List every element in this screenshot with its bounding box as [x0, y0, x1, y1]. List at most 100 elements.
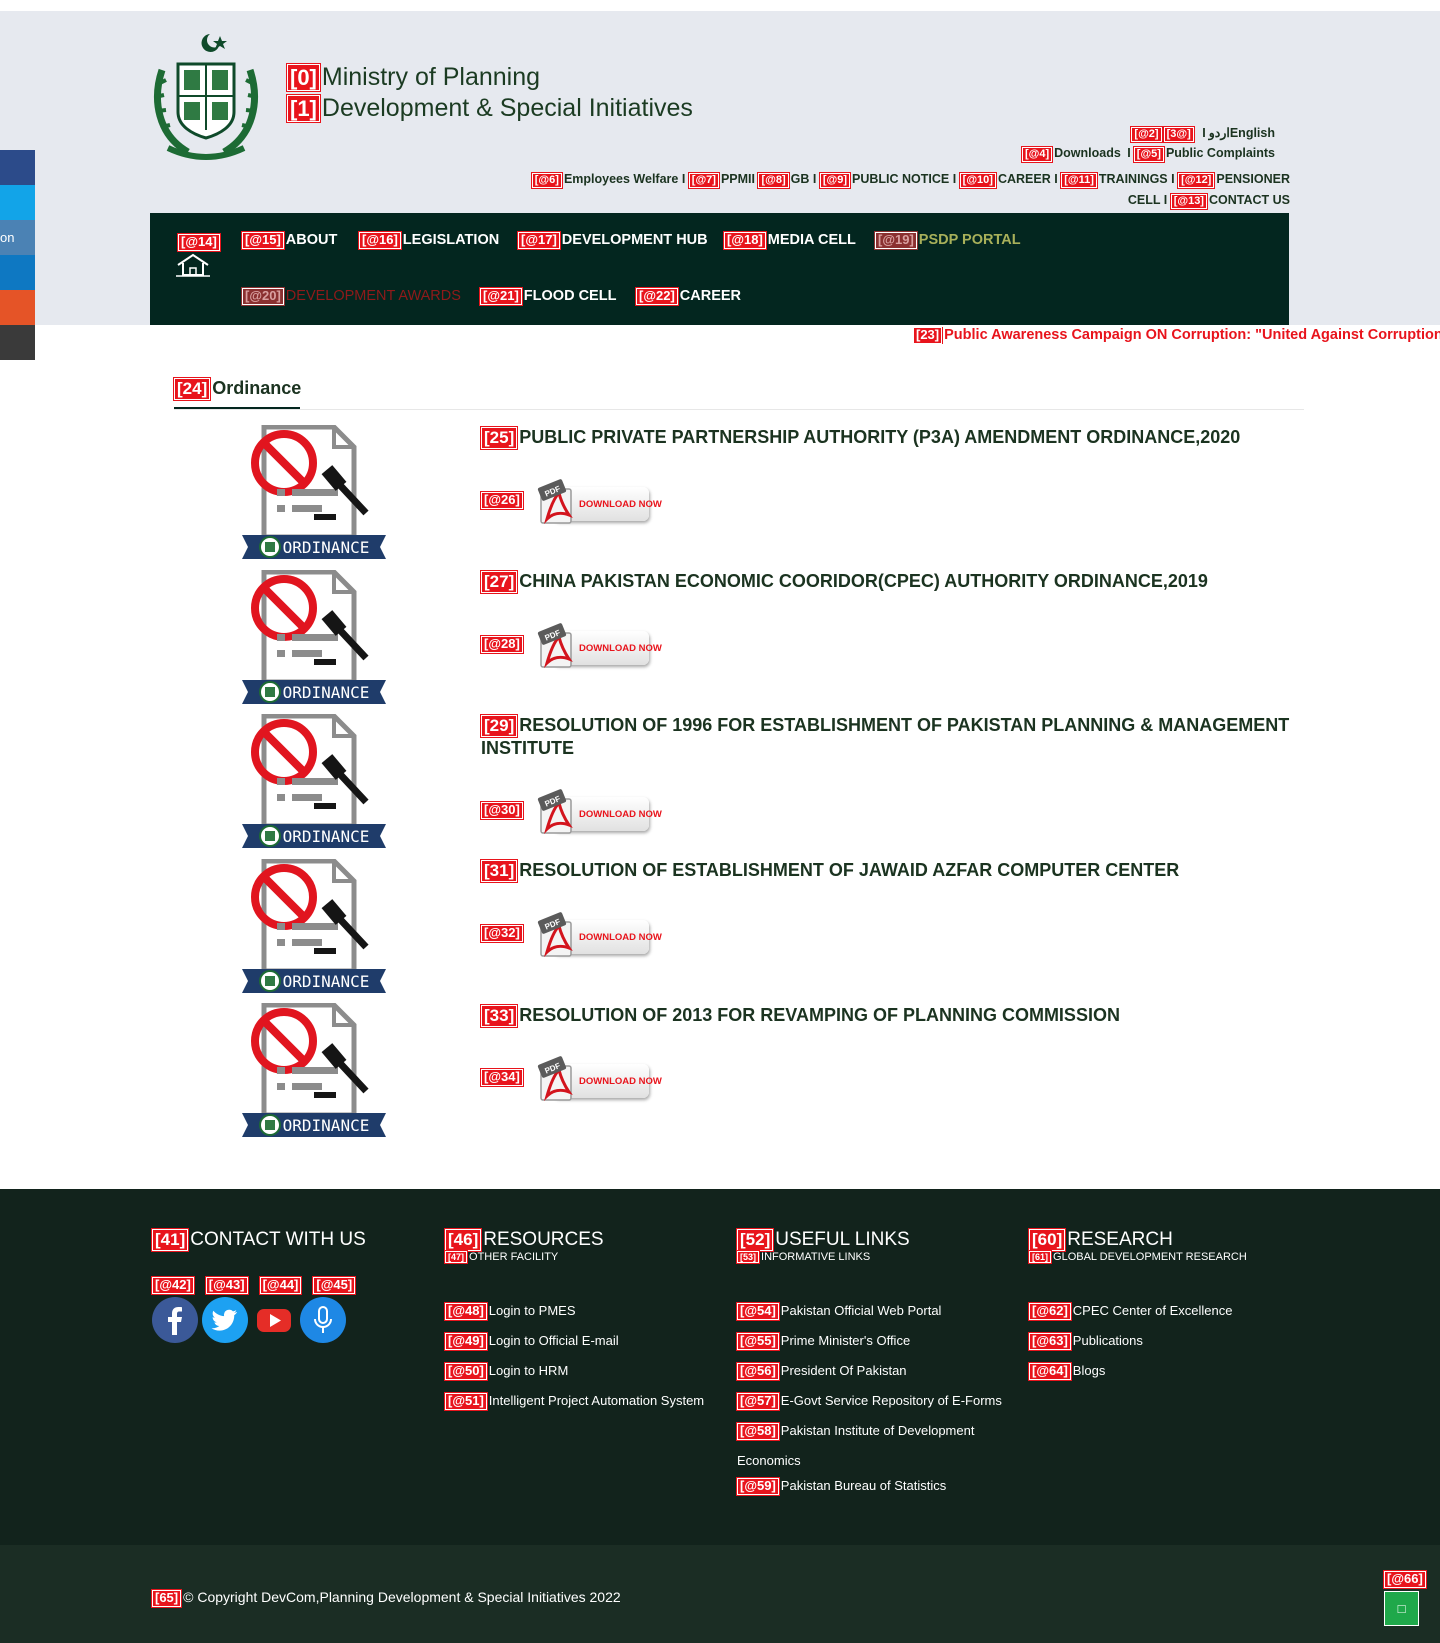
site-title-line1[interactable]: Ministry of Planning — [322, 63, 540, 91]
back-to-top-button[interactable]: □ — [1384, 1591, 1419, 1626]
footer-link[interactable]: [@63] Publications — [1028, 1331, 1232, 1361]
ordinance-title[interactable]: [25] PUBLIC PRIVATE PARTNERSHIP AUTHORITY… — [479, 426, 1301, 450]
footer-link-label[interactable]: Prime Minister's Office — [781, 1333, 910, 1348]
footer-link-label[interactable]: Login to PMES — [489, 1303, 576, 1318]
nav-item-flood-cell[interactable]: [@21] FLOOD CELL — [479, 287, 617, 306]
ordinance-title[interactable]: [33] RESOLUTION OF 2013 FOR REVAMPING OF … — [479, 1004, 1301, 1028]
ordinance-title-text[interactable]: RESOLUTION OF ESTABLISHMENT OF JAWAID AZ… — [519, 860, 1179, 880]
nav-item-legislation[interactable]: [@16] LEGISLATION — [358, 231, 499, 250]
header-link[interactable]: PPMII — [721, 172, 755, 186]
element-tag: [@64] — [1028, 1362, 1072, 1381]
footer-link[interactable]: [@59] Pakistan Bureau of Statistics — [736, 1476, 1002, 1506]
footer-link-label[interactable]: Login to Official E-mail — [489, 1333, 619, 1348]
public-complaints-link[interactable]: Public Complaints — [1166, 146, 1275, 160]
share-button[interactable]: on — [0, 220, 35, 255]
youtube-icon[interactable] — [251, 1297, 297, 1343]
nav-item-development-awards[interactable]: [@20] DEVELOPMENT AWARDS — [241, 287, 461, 306]
news-ticker-text[interactable]: Public Awareness Campaign ON Corruption:… — [944, 327, 1440, 343]
footer-link-label[interactable]: Pakistan Bureau of Statistics — [781, 1478, 946, 1493]
ordinance-title[interactable]: [29] RESOLUTION OF 1996 FOR ESTABLISHMENT… — [479, 714, 1301, 759]
nav-item-label[interactable]: CAREER — [680, 288, 741, 304]
download-now-button[interactable]: PDF DOWNLOAD NOW — [535, 789, 662, 837]
podcast-mic-icon[interactable] — [300, 1297, 346, 1343]
news-ticker[interactable]: [23] Public Awareness Campaign ON Corrupt… — [913, 327, 1440, 344]
footer-link[interactable]: [@49] Login to Official E-mail — [444, 1331, 704, 1361]
footer-link[interactable]: [@51] Intelligent Project Automation Syst… — [444, 1391, 704, 1421]
element-tag: [@6] — [530, 172, 563, 189]
footer-link[interactable]: [@62] CPEC Center of Excellence — [1028, 1301, 1233, 1331]
site-title-line2[interactable]: Development & Special Initiatives — [322, 94, 693, 122]
nav-item-label[interactable]: FLOOD CELL — [524, 288, 617, 304]
footer-link[interactable]: [@56] President Of Pakistan — [736, 1361, 1002, 1391]
element-tag: [60] — [1027, 1228, 1067, 1252]
nav-item-media-cell[interactable]: [@18] MEDIA CELL — [723, 231, 856, 250]
share-button[interactable] — [0, 290, 35, 325]
footer-link[interactable]: [@55] Prime Minister's Office — [736, 1331, 1002, 1361]
nav-item-label[interactable]: MEDIA CELL — [768, 232, 856, 248]
ordinance-title-text[interactable]: RESOLUTION OF 2013 FOR REVAMPING OF PLAN… — [519, 1005, 1120, 1025]
element-tag: [33] — [479, 1004, 519, 1028]
footer-link-label[interactable]: Login to HRM — [489, 1363, 568, 1378]
nav-item-about[interactable]: [@15] ABOUT — [241, 231, 338, 250]
urdu-link[interactable]: اردو — [1209, 126, 1230, 140]
nav-item-label[interactable]: DEVELOPMENT AWARDS — [286, 288, 461, 304]
nav-item-label[interactable]: LEGISLATION — [403, 232, 499, 248]
share-button[interactable] — [0, 325, 35, 360]
site-title[interactable]: [0] Ministry of Planning [1] Development &… — [286, 62, 693, 124]
footer-contact-heading: [41] CONTACT WITH US — [150, 1228, 366, 1252]
ordinance-title[interactable]: [27] CHINA PAKISTAN ECONOMIC COORIDOR(CPE… — [479, 570, 1301, 594]
header-link[interactable]: GB I — [791, 172, 817, 186]
footer-heading-text: CONTACT WITH US — [190, 1229, 366, 1250]
footer-link[interactable]: [@54] Pakistan Official Web Portal — [736, 1301, 1002, 1331]
home-icon[interactable] — [176, 253, 210, 277]
ordinance-title-text[interactable]: CHINA PAKISTAN ECONOMIC COORIDOR(CPEC) A… — [519, 571, 1208, 591]
footer-link[interactable]: [@64] Blogs — [1028, 1361, 1232, 1391]
share-button[interactable] — [0, 185, 35, 220]
share-button[interactable] — [0, 150, 35, 185]
footer-link-label[interactable]: CPEC Center of Excellence — [1073, 1303, 1233, 1318]
element-tag: [61] — [1027, 1249, 1053, 1265]
download-now-button[interactable]: PDF DOWNLOAD NOW — [535, 623, 662, 671]
facebook-icon[interactable] — [152, 1297, 198, 1343]
download-now-button[interactable]: PDF DOWNLOAD NOW — [535, 479, 662, 527]
nav-item-label[interactable]: DEVELOPMENT HUB — [562, 232, 708, 248]
share-button[interactable] — [0, 255, 35, 290]
nav-item-development-hub[interactable]: [@17] DEVELOPMENT HUB — [517, 231, 708, 250]
pdf-icon: PDF — [537, 1056, 573, 1102]
footer-link[interactable]: [@50] Login to HRM — [444, 1361, 704, 1391]
footer-link[interactable]: [@58] Pakistan Institute of Development E… — [736, 1416, 997, 1476]
nav-item-label[interactable]: ABOUT — [286, 232, 338, 248]
ordinance-title-text[interactable]: RESOLUTION OF 1996 FOR ESTABLISHMENT OF … — [481, 715, 1289, 758]
contact-us-link[interactable]: CONTACT US — [1209, 193, 1290, 207]
nav-item-psdp-portal[interactable]: [@19] PSDP PORTAL — [874, 231, 1021, 250]
state-emblem-logo[interactable] — [148, 30, 264, 162]
separator: I — [1202, 126, 1206, 140]
element-tag: [@15] — [241, 231, 285, 250]
header-link[interactable]: CAREER I — [998, 172, 1058, 186]
header-link[interactable]: Employees Welfare I — [564, 172, 685, 186]
english-link[interactable]: English — [1230, 126, 1275, 140]
footer-link-label[interactable]: Intelligent Project Automation System — [489, 1393, 704, 1408]
download-now-button[interactable]: PDF DOWNLOAD NOW — [535, 1056, 662, 1104]
header-link[interactable]: TRAININGS I — [1099, 172, 1175, 186]
footer-link[interactable]: [@48] Login to PMES — [444, 1301, 704, 1331]
ordinance-icon: ORDINANCE — [242, 1003, 386, 1137]
footer-link-label[interactable]: Publications — [1073, 1333, 1143, 1348]
ordinance-title-text[interactable]: PUBLIC PRIVATE PARTNERSHIP AUTHORITY (P3… — [519, 427, 1240, 447]
header-link[interactable]: PENSIONER — [1216, 172, 1290, 186]
footer-link-label[interactable]: Blogs — [1073, 1363, 1106, 1378]
ordinance-title[interactable]: [31] RESOLUTION OF ESTABLISHMENT OF JAWAI… — [479, 859, 1301, 883]
element-tag: [@13] — [1169, 193, 1208, 210]
download-now-label: DOWNLOAD NOW — [579, 643, 662, 654]
downloads-link[interactable]: Downloads — [1054, 146, 1121, 160]
footer-link-label[interactable]: President Of Pakistan — [781, 1363, 907, 1378]
element-tag: [24] — [172, 377, 212, 401]
footer-link-label[interactable]: Pakistan Official Web Portal — [781, 1303, 942, 1318]
download-now-button[interactable]: PDF DOWNLOAD NOW — [535, 912, 662, 960]
header-link[interactable]: PUBLIC NOTICE I — [852, 172, 956, 186]
nav-item-career[interactable]: [@22] CAREER — [635, 287, 741, 306]
pensioner-cell-link[interactable]: CELL I — [1128, 193, 1167, 207]
nav-item-label[interactable]: PSDP PORTAL — [919, 232, 1021, 248]
footer-link-label[interactable]: E-Govt Service Repository of E-Forms — [781, 1393, 1002, 1408]
twitter-icon[interactable] — [202, 1297, 248, 1343]
